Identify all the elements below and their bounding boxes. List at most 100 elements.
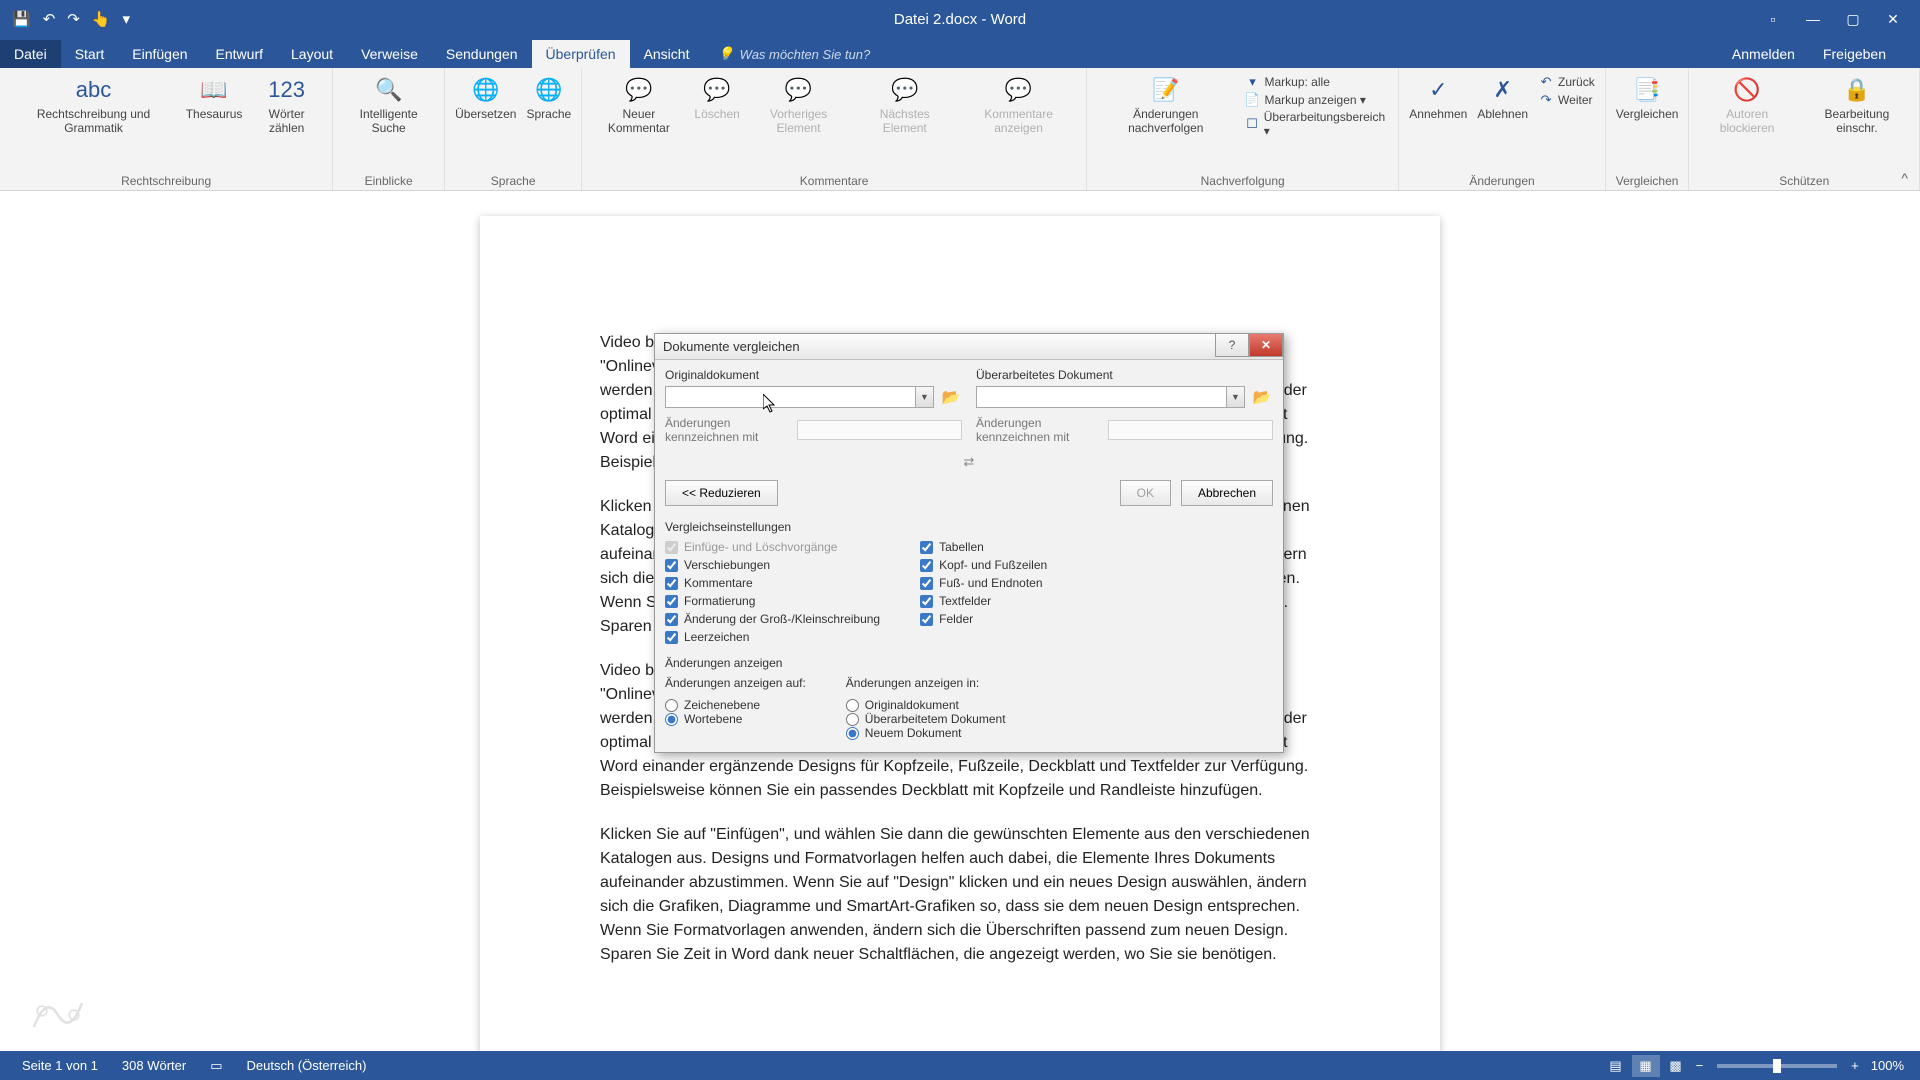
ribbon-small-button[interactable]: ↷Weiter [1538, 92, 1595, 108]
checkbox-label: Kopf- und Fußzeilen [939, 558, 1047, 572]
zoom-level[interactable]: 100% [1865, 1058, 1910, 1073]
sign-in-link[interactable]: Anmelden [1718, 40, 1809, 68]
qat-customize-icon[interactable]: ▾ [123, 10, 131, 28]
checkbox-input[interactable] [920, 559, 933, 572]
ribbon-button[interactable]: 💬Neuer Kommentar [588, 72, 689, 138]
dialog-titlebar[interactable]: Dokumente vergleichen ? ✕ [655, 334, 1283, 360]
language-indicator[interactable]: Deutsch (Österreich) [235, 1058, 379, 1073]
compare-option-checkbox[interactable]: Formatierung [665, 594, 880, 608]
ribbon-button[interactable]: 📖Thesaurus [183, 72, 245, 124]
tab-entwurf[interactable]: Entwurf [202, 40, 277, 68]
original-document-combo[interactable]: ▼ [665, 386, 934, 408]
redo-icon[interactable]: ↷ [67, 10, 80, 28]
reduce-button[interactable]: << Reduzieren [665, 480, 778, 506]
compare-option-checkbox[interactable]: Felder [920, 612, 1047, 626]
swap-documents-icon[interactable]: ⇄ [665, 454, 1273, 470]
checkbox-input[interactable] [920, 613, 933, 626]
page-indicator[interactable]: Seite 1 von 1 [10, 1058, 110, 1073]
checkbox-input[interactable] [665, 577, 678, 590]
radio-label: Zeichenebene [684, 698, 760, 712]
print-layout-icon[interactable]: ▦ [1632, 1055, 1660, 1077]
minimize-icon[interactable]: — [1796, 7, 1830, 31]
ribbon-group-label: Änderungen [1405, 172, 1598, 188]
ribbon-button[interactable]: 📑Vergleichen [1612, 72, 1683, 124]
revised-document-combo[interactable]: ▼ [976, 386, 1245, 408]
close-icon[interactable]: ✕ [1876, 7, 1910, 31]
compare-option-checkbox[interactable]: Fuß- und Endnoten [920, 576, 1047, 590]
radio-input[interactable] [665, 699, 678, 712]
tab-ueberpruefen[interactable]: Überprüfen [532, 40, 630, 68]
radio-option[interactable]: Zeichenebene [665, 698, 806, 712]
tell-me-search[interactable]: 💡 Was möchten Sie tun? [703, 40, 884, 68]
zoom-in-icon[interactable]: + [1847, 1058, 1863, 1073]
radio-input[interactable] [846, 727, 859, 740]
radio-option[interactable]: Originaldokument [846, 698, 1006, 712]
proofing-icon[interactable]: ▭ [198, 1058, 234, 1074]
ribbon-button[interactable]: abcRechtschreibung und Grammatik [6, 72, 181, 138]
dialog-help-button[interactable]: ? [1215, 333, 1249, 357]
revised-document-input[interactable] [977, 387, 1226, 407]
ribbon-button[interactable]: 🌐Übersetzen [451, 72, 520, 124]
ribbon-button[interactable]: 🔒Bearbeitung einschr. [1801, 72, 1913, 138]
share-button[interactable]: Freigeben [1809, 40, 1900, 68]
browse-original-icon[interactable]: 📂 [940, 386, 962, 408]
tab-start[interactable]: Start [61, 40, 119, 68]
compare-option-checkbox[interactable]: Textfelder [920, 594, 1047, 608]
zoom-thumb[interactable] [1773, 1059, 1781, 1073]
browse-revised-icon[interactable]: 📂 [1251, 386, 1273, 408]
tab-layout[interactable]: Layout [277, 40, 347, 68]
word-count[interactable]: 308 Wörter [110, 1058, 198, 1073]
radio-input[interactable] [665, 713, 678, 726]
ribbon-button[interactable]: 📝Änderungen nachverfolgen [1093, 72, 1238, 138]
checkbox-input[interactable] [920, 595, 933, 608]
ribbon-display-options-icon[interactable]: ▫ [1756, 7, 1790, 31]
original-document-input[interactable] [666, 387, 915, 407]
ribbon-button[interactable]: 123Wörter zählen [247, 72, 326, 138]
undo-icon[interactable]: ↶ [43, 10, 56, 28]
ribbon-group-label: Vergleichen [1612, 172, 1683, 188]
compare-option-checkbox[interactable]: Änderung der Groß-/Kleinschreibung [665, 612, 880, 626]
chevron-down-icon[interactable]: ▼ [915, 387, 933, 407]
compare-option-checkbox[interactable]: Verschiebungen [665, 558, 880, 572]
checkbox-input[interactable] [920, 577, 933, 590]
ribbon-button[interactable]: 🌐Sprache [522, 72, 575, 124]
checkbox-input[interactable] [665, 595, 678, 608]
tab-ansicht[interactable]: Ansicht [630, 40, 704, 68]
zoom-slider[interactable] [1717, 1064, 1837, 1068]
compare-option-checkbox[interactable]: Tabellen [920, 540, 1047, 554]
ribbon-small-button[interactable]: 📄Markup anzeigen ▾ [1245, 92, 1389, 108]
radio-input[interactable] [846, 713, 859, 726]
compare-option-checkbox[interactable]: Leerzeichen [665, 630, 880, 644]
radio-input[interactable] [846, 699, 859, 712]
compare-option-checkbox[interactable]: Kopf- und Fußzeilen [920, 558, 1047, 572]
paragraph[interactable]: Klicken Sie auf "Einfügen", und wählen S… [600, 823, 1320, 967]
checkbox-input[interactable] [665, 559, 678, 572]
tab-sendungen[interactable]: Sendungen [432, 40, 532, 68]
collapse-ribbon-icon[interactable]: ^ [1901, 170, 1908, 186]
dialog-close-button[interactable]: ✕ [1249, 333, 1283, 357]
checkbox-input[interactable] [665, 631, 678, 644]
ribbon-small-button[interactable]: ☐Überarbeitungsbereich ▾ [1245, 110, 1389, 138]
cancel-button[interactable]: Abbrechen [1181, 480, 1273, 506]
ribbon-small-button[interactable]: ↶Zurück [1538, 74, 1595, 90]
tab-einfuegen[interactable]: Einfügen [118, 40, 201, 68]
checkbox-input[interactable] [920, 541, 933, 554]
chevron-down-icon[interactable]: ▼ [1226, 387, 1244, 407]
radio-option[interactable]: Überarbeitetem Dokument [846, 712, 1006, 726]
radio-option[interactable]: Neuem Dokument [846, 726, 1006, 740]
ribbon-button[interactable]: ✗Ablehnen [1473, 72, 1532, 124]
zoom-out-icon[interactable]: − [1692, 1058, 1708, 1073]
touch-mode-icon[interactable]: 👆 [92, 10, 111, 28]
ribbon-small-button[interactable]: ▾Markup: alle [1245, 74, 1389, 90]
tab-verweise[interactable]: Verweise [347, 40, 432, 68]
compare-option-checkbox[interactable]: Kommentare [665, 576, 880, 590]
web-layout-icon[interactable]: ▩ [1662, 1055, 1690, 1077]
ribbon-button[interactable]: ✓Annehmen [1405, 72, 1471, 124]
radio-option[interactable]: Wortebene [665, 712, 806, 726]
tab-file[interactable]: Datei [0, 40, 61, 68]
ribbon-button[interactable]: 🔍Intelligente Suche [339, 72, 438, 138]
maximize-icon[interactable]: ▢ [1836, 7, 1870, 31]
checkbox-input[interactable] [665, 613, 678, 626]
save-icon[interactable]: 💾 [12, 10, 31, 28]
read-mode-icon[interactable]: ▤ [1602, 1055, 1630, 1077]
